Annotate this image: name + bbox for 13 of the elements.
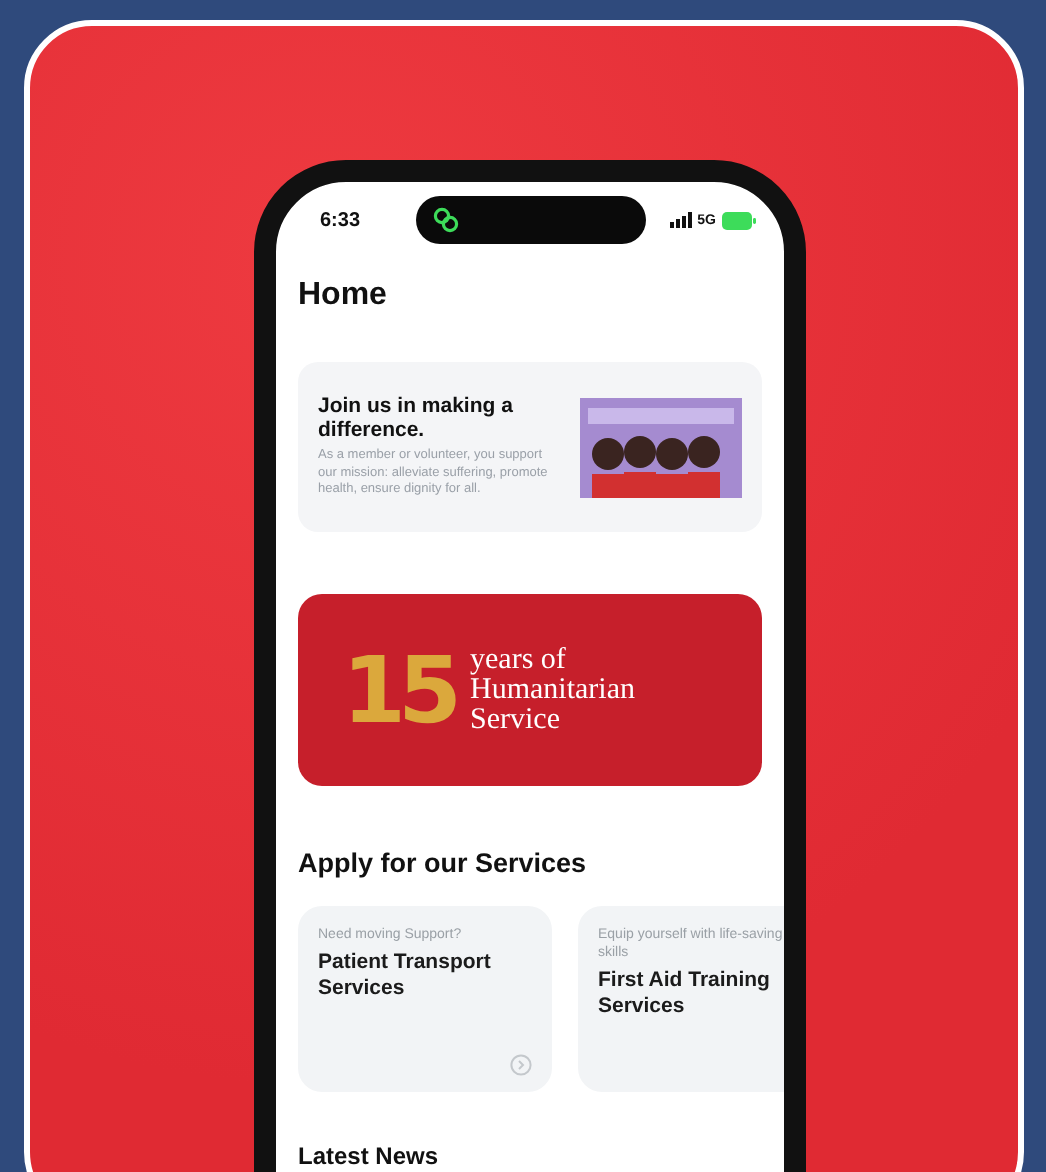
arrow-circle-icon[interactable] [510, 1054, 532, 1076]
join-heading: Join us in making a difference. [318, 394, 515, 443]
anniversary-number: 15 [342, 636, 455, 744]
section-heading: Apply for our Services [298, 848, 589, 880]
anniversary-text: years of Humanitarian Service [470, 645, 637, 735]
battery-icon [722, 211, 756, 229]
status-time: 6:33 [320, 209, 363, 231]
section-heading: Latest News [298, 1142, 441, 1170]
service-title: Patient Transport Services [318, 950, 493, 1002]
link-icon [432, 206, 460, 234]
service-title: First Aid Training Services [598, 968, 772, 1020]
signal-icon [669, 212, 692, 228]
page-title: Home [298, 276, 389, 316]
